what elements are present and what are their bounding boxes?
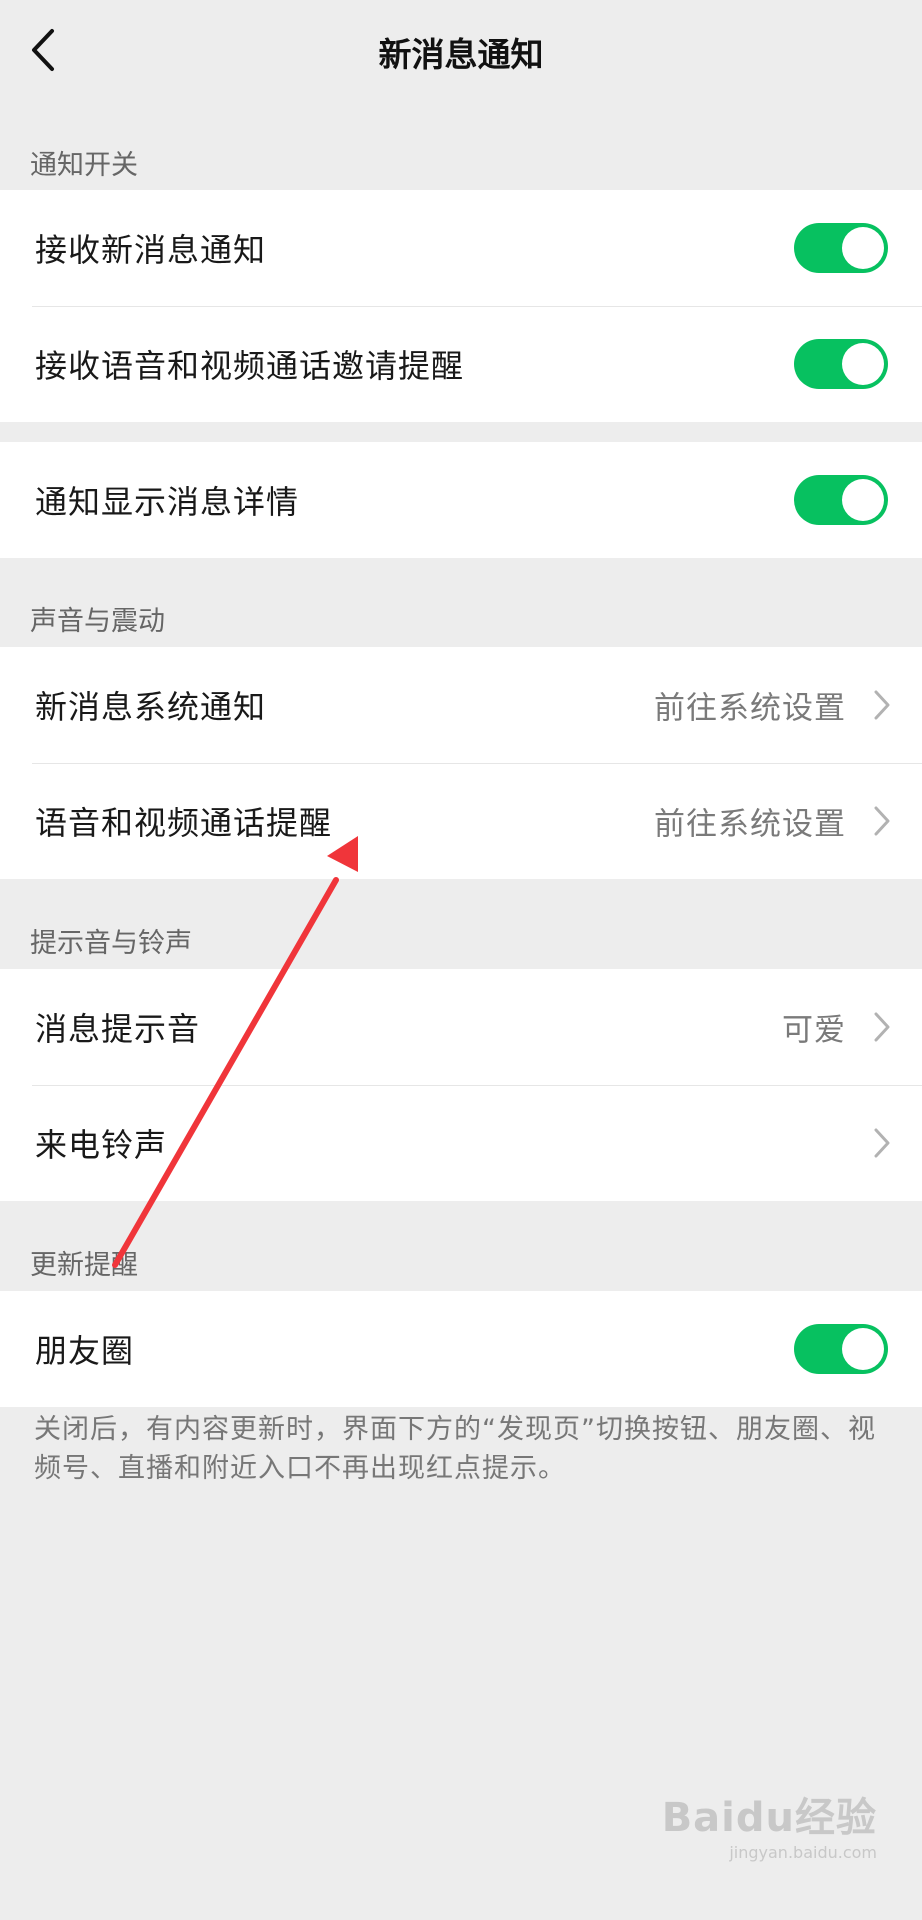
watermark-logo: Baidu经验	[661, 1795, 877, 1841]
chevron-right-icon	[874, 1012, 890, 1042]
row-label: 通知显示消息详情	[35, 483, 300, 521]
row-label: 语音和视频通话提醒	[35, 804, 333, 842]
row-label: 来电铃声	[35, 1126, 168, 1164]
row-label: 朋友圈	[35, 1332, 135, 1370]
row-label: 接收新消息通知	[35, 231, 267, 269]
watermark-url: jingyan.baidu.com	[729, 1843, 877, 1862]
section-header-update-reminder: 更新提醒	[30, 1250, 138, 1281]
row-show-message-details[interactable]: 通知显示消息详情	[0, 442, 922, 558]
chevron-right-icon	[874, 690, 890, 720]
baidu-jingyan-watermark: Baidu经验 jingyan.baidu.com	[662, 1785, 877, 1862]
toggle-knob	[842, 343, 884, 385]
nav-bar: 新消息通知	[0, 0, 922, 100]
row-label: 消息提示音	[35, 1010, 201, 1048]
toggle-knob	[842, 479, 884, 521]
row-moments[interactable]: 朋友圈	[0, 1291, 922, 1407]
row-receive-new-message[interactable]: 接收新消息通知	[0, 190, 922, 306]
row-label: 接收语音和视频通话邀请提醒	[35, 347, 465, 385]
page-title: 新消息通知	[378, 35, 544, 74]
show-details-group: 通知显示消息详情	[0, 442, 922, 558]
row-label: 新消息系统通知	[35, 688, 267, 726]
section-header-tone-ringtone: 提示音与铃声	[30, 928, 192, 959]
toggle-switch-receive-call-invite[interactable]	[794, 339, 888, 389]
section-header-sound-vibration: 声音与震动	[30, 606, 165, 637]
row-receive-call-invite[interactable]: 接收语音和视频通话邀请提醒	[0, 306, 922, 422]
toggle-knob	[842, 227, 884, 269]
notify-switch-group: 接收新消息通知 接收语音和视频通话邀请提醒	[0, 190, 922, 422]
section-header-notify-switch: 通知开关	[30, 150, 138, 181]
toggle-switch-moments[interactable]	[794, 1324, 888, 1374]
moments-footnote: 关闭后，有内容更新时，界面下方的“发现页”切换按钮、朋友圈、视频号、直播和附近入…	[34, 1414, 876, 1484]
row-value: 前往系统设置	[654, 690, 846, 727]
row-value: 可爱	[782, 1012, 846, 1049]
row-value: 前往系统设置	[654, 806, 846, 843]
row-call-reminder[interactable]: 语音和视频通话提醒 前往系统设置	[0, 763, 922, 879]
row-message-tone[interactable]: 消息提示音 可爱	[0, 969, 922, 1085]
toggle-switch-receive-new-message[interactable]	[794, 223, 888, 273]
chevron-right-icon	[874, 1128, 890, 1158]
row-ringtone[interactable]: 来电铃声	[0, 1085, 922, 1201]
toggle-switch-show-message-details[interactable]	[794, 475, 888, 525]
tone-ringtone-group: 消息提示音 可爱 来电铃声	[0, 969, 922, 1201]
settings-page: 新消息通知 通知开关 接收新消息通知 接收语音和视频通话邀请提醒 通知显示消息详…	[0, 0, 922, 1920]
update-reminder-group: 朋友圈	[0, 1291, 922, 1407]
sound-vibration-group: 新消息系统通知 前往系统设置 语音和视频通话提醒 前往系统设置	[0, 647, 922, 879]
toggle-knob	[842, 1328, 884, 1370]
chevron-right-icon	[874, 806, 890, 836]
row-system-notification[interactable]: 新消息系统通知 前往系统设置	[0, 647, 922, 763]
